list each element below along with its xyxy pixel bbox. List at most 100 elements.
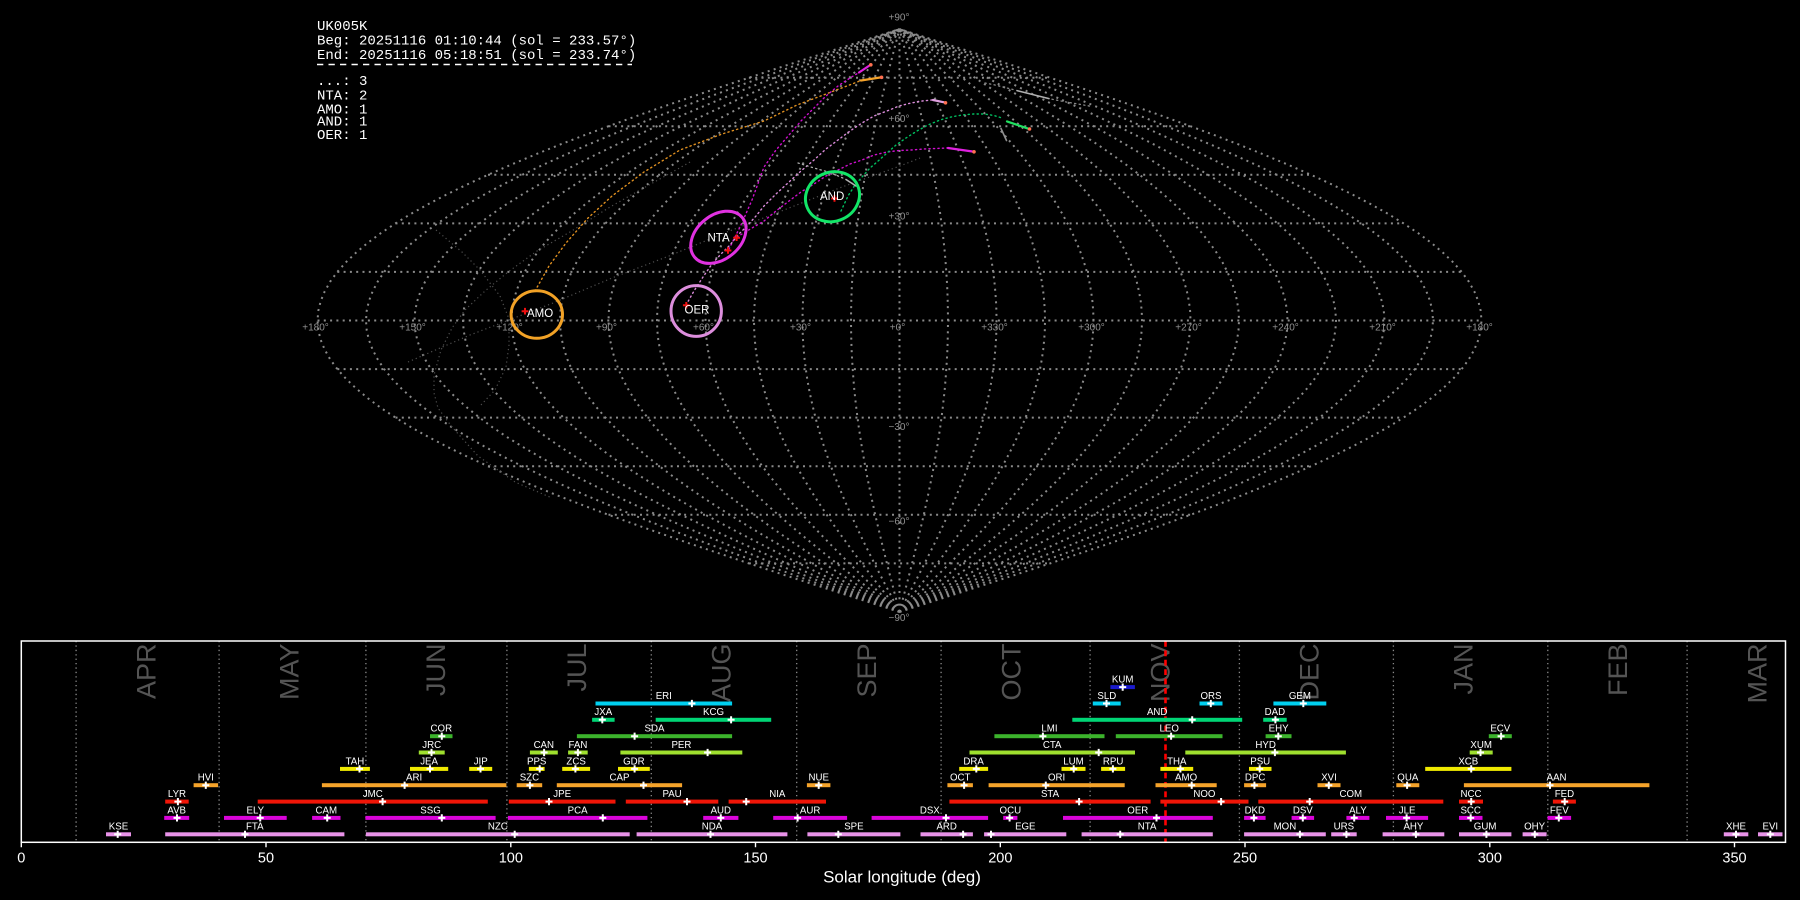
svg-text:QUA: QUA bbox=[1397, 773, 1419, 784]
svg-text:JXA: JXA bbox=[594, 707, 612, 718]
svg-text:+90°: +90° bbox=[596, 323, 617, 334]
svg-text:EHY: EHY bbox=[1269, 724, 1289, 735]
svg-text:JRC: JRC bbox=[422, 740, 441, 751]
svg-text:SSG: SSG bbox=[420, 805, 440, 816]
svg-text:JEA: JEA bbox=[420, 756, 438, 767]
svg-text:LMI: LMI bbox=[1041, 724, 1057, 735]
svg-text:+300°: +300° bbox=[1078, 323, 1105, 334]
svg-text:End: 20251116 05:18:51 (sol =: End: 20251116 05:18:51 (sol = 233.74°) bbox=[317, 48, 636, 64]
svg-text:+90°: +90° bbox=[889, 13, 910, 24]
svg-text:OCU: OCU bbox=[1000, 805, 1022, 816]
svg-text:RPU: RPU bbox=[1103, 756, 1123, 767]
svg-text:FEB: FEB bbox=[1603, 644, 1633, 697]
svg-text:LEO: LEO bbox=[1160, 724, 1180, 735]
svg-text:ORI: ORI bbox=[1048, 773, 1065, 784]
svg-text:SPE: SPE bbox=[844, 822, 864, 833]
svg-text:PAU: PAU bbox=[662, 789, 681, 800]
svg-text:ORS: ORS bbox=[1201, 691, 1223, 702]
svg-text:SCC: SCC bbox=[1460, 805, 1480, 816]
svg-text:+240°: +240° bbox=[1272, 323, 1299, 334]
svg-text:KSE: KSE bbox=[109, 822, 129, 833]
svg-text:ARI: ARI bbox=[406, 773, 422, 784]
svg-text:CAP: CAP bbox=[610, 773, 630, 784]
svg-text:SLD: SLD bbox=[1097, 691, 1116, 702]
svg-text:PCA: PCA bbox=[568, 805, 588, 816]
svg-text:AVB: AVB bbox=[167, 805, 186, 816]
svg-text:LYR: LYR bbox=[168, 789, 186, 800]
svg-text:KCG: KCG bbox=[703, 707, 724, 718]
svg-text:XUM: XUM bbox=[1470, 740, 1492, 751]
svg-text:EVI: EVI bbox=[1762, 822, 1778, 833]
svg-text:XCB: XCB bbox=[1458, 756, 1478, 767]
svg-text:NUE: NUE bbox=[808, 773, 829, 784]
svg-text:JPE: JPE bbox=[553, 789, 571, 800]
svg-text:XHE: XHE bbox=[1726, 822, 1746, 833]
svg-text:PER: PER bbox=[671, 740, 691, 751]
svg-text:STA: STA bbox=[1041, 789, 1060, 800]
svg-text:LUM: LUM bbox=[1063, 756, 1083, 767]
svg-text:AMO: AMO bbox=[527, 308, 553, 320]
svg-text:AND: AND bbox=[820, 191, 844, 203]
svg-text:ARD: ARD bbox=[936, 822, 956, 833]
svg-text:100: 100 bbox=[499, 851, 523, 867]
svg-text:EGE: EGE bbox=[1015, 822, 1036, 833]
svg-text:APR: APR bbox=[131, 644, 161, 700]
svg-text:−30°: −30° bbox=[889, 422, 910, 433]
svg-text:150: 150 bbox=[743, 851, 767, 867]
svg-text:AUG: AUG bbox=[707, 644, 737, 703]
svg-text:AUR: AUR bbox=[800, 805, 820, 816]
svg-text:−60°: −60° bbox=[889, 517, 910, 528]
svg-text:+180°: +180° bbox=[1466, 323, 1493, 334]
svg-text:JLE: JLE bbox=[1399, 805, 1416, 816]
svg-text:50: 50 bbox=[258, 851, 274, 867]
svg-text:JUN: JUN bbox=[421, 644, 451, 697]
svg-text:FTA: FTA bbox=[246, 822, 264, 833]
svg-text:URS: URS bbox=[1334, 822, 1355, 833]
svg-text:ALY: ALY bbox=[1349, 805, 1367, 816]
svg-text:NOO: NOO bbox=[1193, 789, 1216, 800]
svg-text:TAH: TAH bbox=[346, 756, 365, 767]
svg-text:+60°: +60° bbox=[889, 114, 910, 125]
svg-text:NCC: NCC bbox=[1461, 789, 1482, 800]
svg-text:FED: FED bbox=[1555, 789, 1574, 800]
svg-text:OER: 1: OER: 1 bbox=[317, 128, 367, 144]
svg-text:SEP: SEP bbox=[852, 644, 882, 698]
svg-text:PPS: PPS bbox=[527, 756, 547, 767]
svg-text:+330°: +330° bbox=[981, 323, 1008, 334]
svg-text:FEV: FEV bbox=[1550, 805, 1569, 816]
svg-text:MAY: MAY bbox=[274, 644, 304, 701]
svg-text:DKD: DKD bbox=[1245, 805, 1265, 816]
svg-text:AUD: AUD bbox=[711, 805, 731, 816]
svg-text:ZCS: ZCS bbox=[566, 756, 586, 767]
svg-text:300: 300 bbox=[1478, 851, 1502, 867]
svg-text:0: 0 bbox=[17, 851, 25, 867]
svg-text:JAN: JAN bbox=[1449, 644, 1479, 695]
svg-text:SZC: SZC bbox=[520, 773, 539, 784]
svg-text:NOV: NOV bbox=[1145, 644, 1175, 703]
svg-text:AND: AND bbox=[1147, 707, 1167, 718]
svg-text:SDA: SDA bbox=[645, 724, 665, 735]
svg-text:KUM: KUM bbox=[1112, 675, 1134, 686]
svg-text:DSV: DSV bbox=[1293, 805, 1313, 816]
svg-text:ECV: ECV bbox=[1490, 724, 1510, 735]
svg-text:CTA: CTA bbox=[1043, 740, 1062, 751]
svg-text:DSX: DSX bbox=[920, 805, 940, 816]
svg-text:OCT: OCT bbox=[996, 644, 1026, 701]
svg-text:OER: OER bbox=[1127, 805, 1148, 816]
svg-text:COR: COR bbox=[431, 724, 453, 735]
svg-text:+30°: +30° bbox=[889, 212, 910, 223]
svg-text:HVI: HVI bbox=[198, 773, 214, 784]
svg-text:NIA: NIA bbox=[769, 789, 786, 800]
svg-text:+150°: +150° bbox=[399, 323, 426, 334]
svg-text:HYD: HYD bbox=[1255, 740, 1275, 751]
svg-text:+180°: +180° bbox=[302, 323, 329, 334]
svg-text:350: 350 bbox=[1722, 851, 1746, 867]
svg-text:ERI: ERI bbox=[656, 691, 672, 702]
svg-text:NDA: NDA bbox=[702, 822, 723, 833]
svg-text:COM: COM bbox=[1339, 789, 1362, 800]
svg-text:200: 200 bbox=[988, 851, 1012, 867]
svg-text:DRA: DRA bbox=[963, 756, 984, 767]
svg-text:FAN: FAN bbox=[568, 740, 587, 751]
svg-text:Solar longitude (deg): Solar longitude (deg) bbox=[823, 868, 981, 887]
svg-text:GEM: GEM bbox=[1289, 691, 1311, 702]
